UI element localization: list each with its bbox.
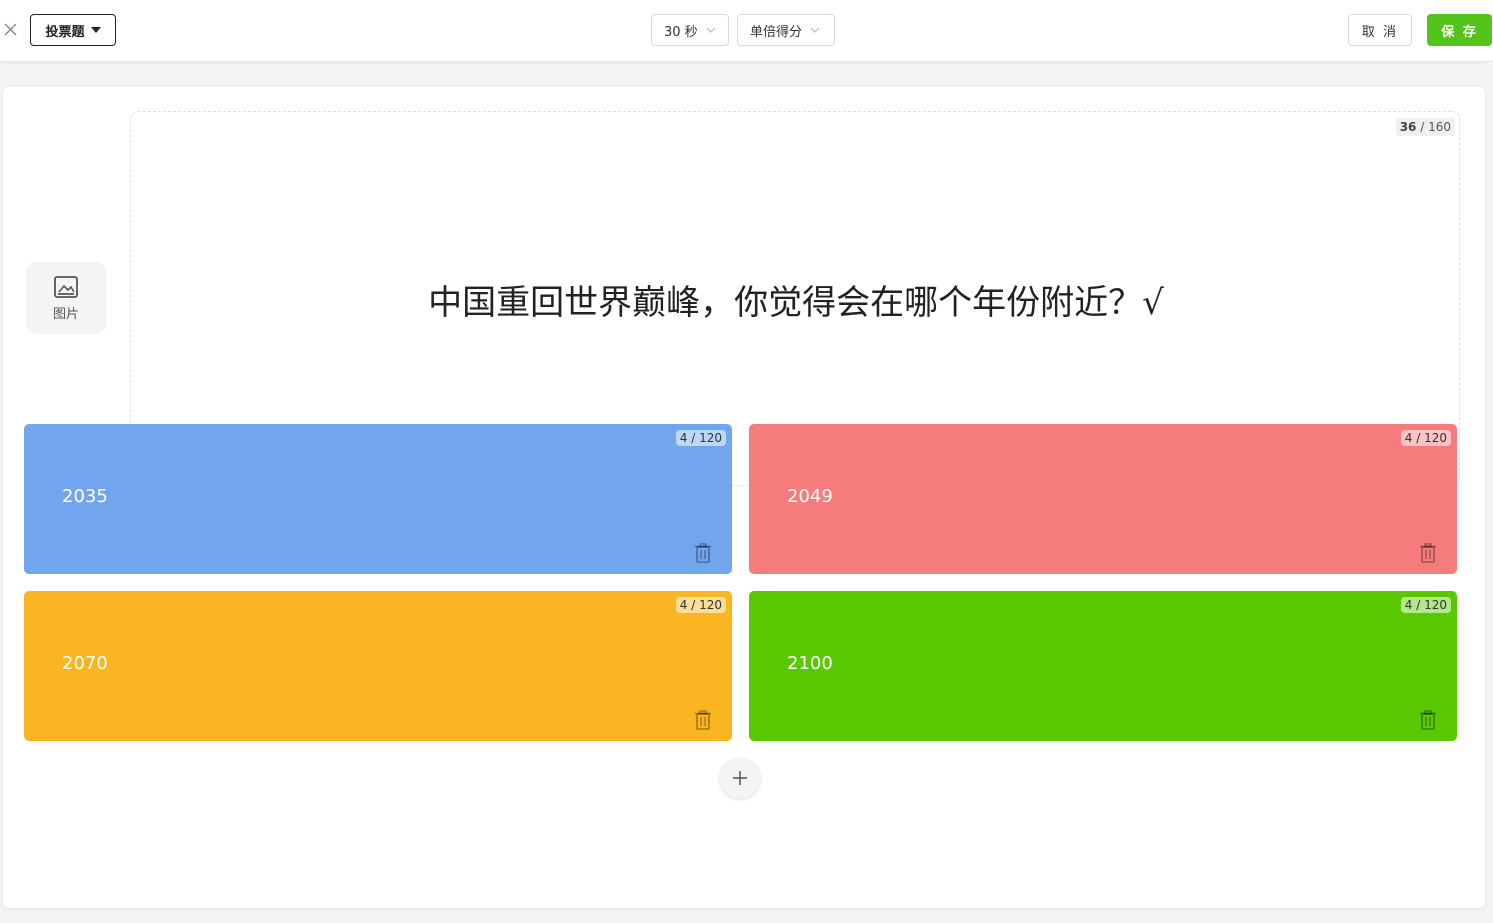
add-image-label: 图片	[52, 306, 79, 322]
question-text: 中国重回世界巅峰，你觉得会在哪个年份附近？√	[428, 283, 1164, 323]
plus-icon	[733, 771, 747, 785]
trash-icon[interactable]	[1419, 543, 1437, 563]
answer-option-1[interactable]: 4 / 120 2035	[24, 424, 732, 574]
question-char-count: 36	[1399, 120, 1417, 134]
answer-text: 2049	[787, 486, 833, 507]
save-button[interactable]: 保 存	[1427, 14, 1492, 46]
time-limit-value: 30 秒	[664, 24, 698, 40]
chevron-down-icon	[810, 27, 820, 33]
answer-text: 2035	[62, 486, 108, 507]
answer-option-2[interactable]: 4 / 120 2049	[749, 424, 1457, 574]
answer-char-counter: 4 / 120	[675, 430, 726, 446]
answer-text: 2100	[787, 653, 833, 674]
close-icon	[4, 23, 17, 36]
question-type-dropdown[interactable]: 投票题	[30, 14, 116, 46]
caret-down-icon	[90, 27, 101, 33]
answer-text: 2070	[62, 653, 108, 674]
top-toolbar: 投票题 30 秒 单倍得分 取 消 保 存	[0, 0, 1493, 62]
scrollbar[interactable]	[1486, 62, 1493, 923]
answer-char-counter: 4 / 120	[1400, 430, 1451, 446]
score-mode-select[interactable]: 单倍得分	[737, 14, 835, 46]
close-button[interactable]	[2, 21, 19, 38]
cancel-button[interactable]: 取 消	[1348, 14, 1412, 46]
image-icon	[54, 275, 78, 298]
trash-icon[interactable]	[694, 543, 712, 563]
add-answer-button[interactable]	[720, 758, 760, 798]
time-limit-select[interactable]: 30 秒	[651, 14, 729, 46]
question-char-counter: 36 / 160	[1395, 118, 1455, 136]
question-char-limit: / 160	[1420, 120, 1451, 134]
trash-icon[interactable]	[694, 710, 712, 730]
question-type-label: 投票题	[45, 24, 85, 40]
trash-icon[interactable]	[1419, 710, 1437, 730]
chevron-down-icon	[706, 27, 716, 33]
answer-option-3[interactable]: 4 / 120 2070	[24, 591, 732, 741]
add-image-button[interactable]: 图片	[26, 262, 106, 334]
answer-option-4[interactable]: 4 / 120 2100	[749, 591, 1457, 741]
score-mode-value: 单倍得分	[750, 24, 803, 40]
answer-char-counter: 4 / 120	[1400, 597, 1451, 613]
answer-char-counter: 4 / 120	[675, 597, 726, 613]
